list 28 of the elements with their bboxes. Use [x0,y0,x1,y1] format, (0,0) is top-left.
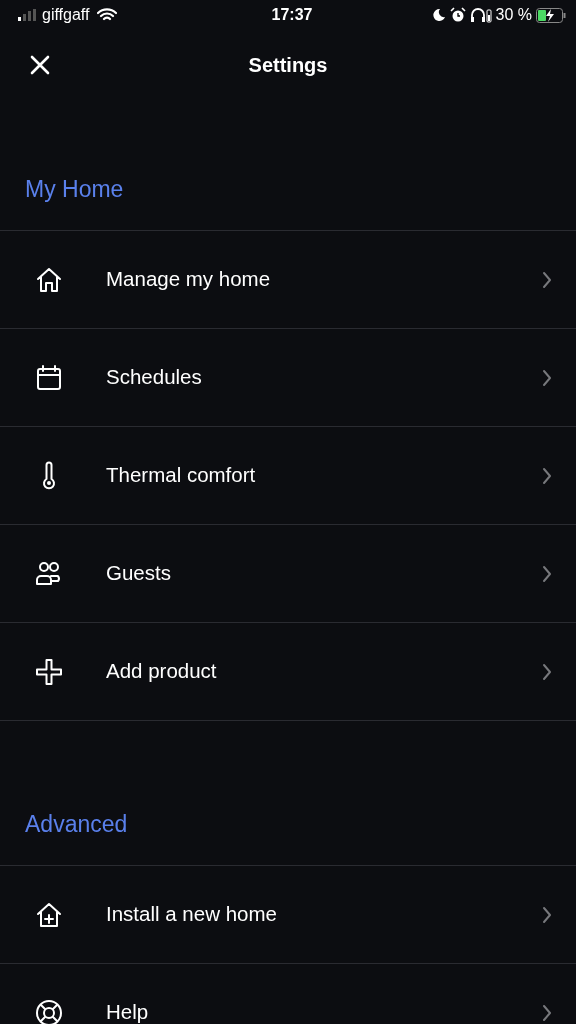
settings-row[interactable]: Install a new home [0,866,576,964]
section-title: My Home [25,175,125,204]
close-icon [30,55,50,75]
chevron-right-icon [542,662,552,681]
carrier-name: giffgaff [42,5,90,25]
chevron-right-icon [542,564,552,583]
screen-title: Settings [248,53,328,78]
section-title: Advanced [25,810,129,839]
battery-charging-icon [536,7,566,23]
close-button[interactable] [30,55,50,75]
settings-row[interactable]: Schedules [0,329,576,427]
chevron-right-icon [542,368,552,387]
chevron-right-icon [542,466,552,485]
settings-row[interactable]: Guests [0,525,576,623]
moon-icon [431,8,446,22]
chevron-right-icon [542,270,552,289]
battery-percentage: 30 % [495,5,532,25]
signal-icon [18,9,38,21]
settings-row[interactable]: Thermal comfort [0,427,576,525]
headphones-icon [469,7,492,23]
settings-row[interactable]: Add product [0,623,576,721]
clock-time: 17:37 [271,5,313,25]
settings-row[interactable]: Help [0,964,576,1024]
alarm-clock-icon [449,7,466,23]
settings-row[interactable]: Manage my home [0,231,576,329]
wifi-icon [97,8,118,22]
chevron-right-icon [542,1003,552,1022]
chevron-right-icon [542,905,552,924]
